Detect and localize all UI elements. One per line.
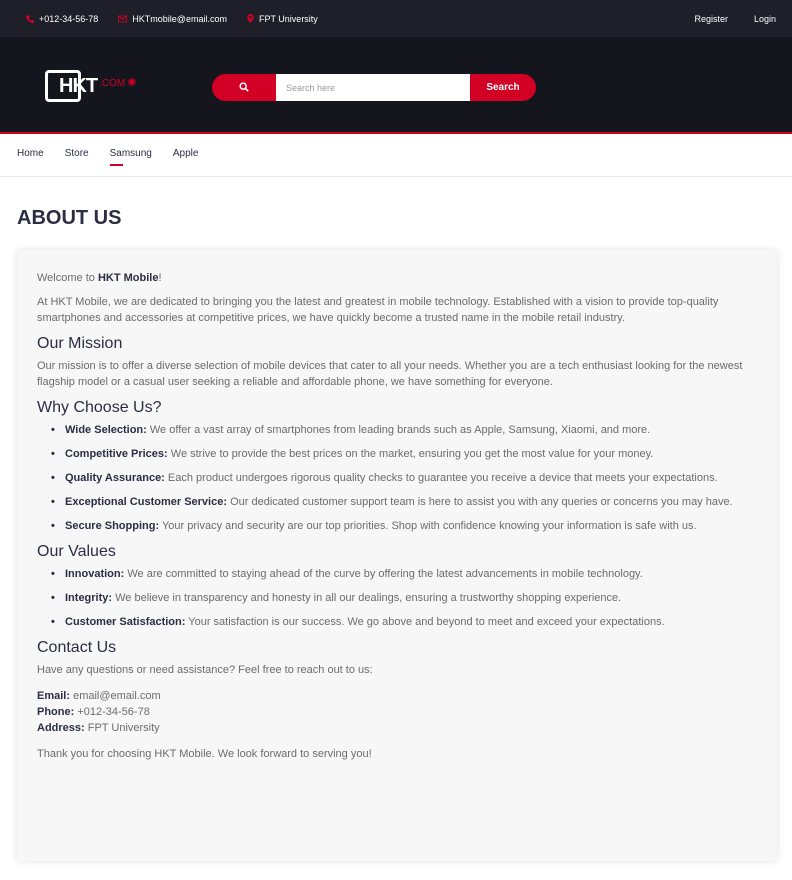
nav-item-apple[interactable]: Apple (173, 148, 199, 162)
list-item-text: Your privacy and security are our top pr… (159, 520, 697, 532)
phone-icon (26, 14, 34, 23)
search-bar: Search (212, 74, 536, 101)
list-item-text: We offer a vast array of smartphones fro… (146, 424, 651, 436)
header-phone-text: +012-34-56-78 (39, 13, 99, 24)
main-header: HKT .COM ✺ Search (0, 37, 792, 134)
intro-text: At HKT Mobile, we are dedicated to bring… (37, 296, 719, 324)
contact-phone-value: +012-34-56-78 (74, 706, 150, 718)
mission-text: Our mission is to offer a diverse select… (37, 360, 743, 388)
header-email-text: HKTmobile@email.com (132, 13, 227, 24)
header-email: HKTmobile@email.com (118, 14, 227, 24)
contact-email-label: Email: (37, 690, 71, 702)
about-card: Welcome to HKT Mobile! At HKT Mobile, we… (17, 250, 777, 861)
phone-logo-icon (45, 70, 81, 102)
list-item: Competitive Prices: We strive to provide… (51, 446, 757, 462)
top-bar: +012-34-56-78 HKTmobile@email.com FPT Un… (0, 0, 792, 37)
list-item-text: We are committed to staying ahead of the… (124, 568, 643, 580)
list-item-label: Quality Assurance: (65, 472, 165, 484)
list-item-text: We believe in transparency and honesty i… (112, 592, 622, 604)
contact-address-value: FPT University (84, 722, 160, 734)
register-link[interactable]: Register (694, 14, 728, 24)
gear-icon: ✺ (127, 76, 137, 89)
list-item: Integrity: We believe in transparency an… (51, 590, 757, 606)
list-item-label: Customer Satisfaction: (65, 616, 186, 628)
contact-email: Email: email@email.com (37, 688, 757, 704)
list-item-label: Wide Selection: (65, 424, 147, 436)
list-item: Wide Selection: We offer a vast array of… (51, 422, 757, 438)
mission-heading: Our Mission (37, 335, 123, 352)
nav-item-home[interactable]: Home (17, 148, 44, 162)
list-item-label: Secure Shopping: (65, 520, 160, 532)
welcome-prefix: Welcome to (37, 272, 98, 284)
contact-phone: Phone: +012-34-56-78 (37, 704, 757, 720)
list-item: Secure Shopping: Your privacy and securi… (51, 518, 757, 534)
contact-phone-label: Phone: (37, 706, 75, 718)
search-icon-button[interactable] (212, 74, 276, 101)
list-item-text: Your satisfaction is our success. We go … (185, 616, 665, 628)
welcome-text: Welcome to HKT Mobile! (37, 270, 757, 286)
nav-item-store[interactable]: Store (65, 148, 89, 162)
contact-email-value: email@email.com (70, 690, 161, 702)
list-item-label: Innovation: (65, 568, 125, 580)
list-item: Innovation: We are committed to staying … (51, 566, 757, 582)
list-item: Exceptional Customer Service: Our dedica… (51, 494, 757, 510)
welcome-suffix: ! (158, 272, 162, 284)
search-icon (239, 79, 249, 97)
logo-suffix: .COM (99, 77, 126, 89)
why-list: Wide Selection: We offer a vast array of… (51, 422, 757, 534)
values-heading: Our Values (37, 543, 116, 560)
contact-address: Address: FPT University (37, 720, 757, 736)
login-link[interactable]: Login (754, 14, 776, 24)
list-item-text: We strive to provide the best prices on … (167, 448, 654, 460)
why-heading: Why Choose Us? (37, 399, 162, 416)
search-input[interactable] (276, 74, 470, 101)
welcome-brand: HKT Mobile (97, 272, 159, 284)
closing-text: Thank you for choosing HKT Mobile. We lo… (37, 748, 372, 760)
values-list: Innovation: We are committed to staying … (51, 566, 757, 630)
list-item-label: Competitive Prices: (65, 448, 168, 460)
header-phone: +012-34-56-78 (26, 14, 98, 24)
main-nav: Home Store Samsung Apple (0, 134, 792, 177)
search-button[interactable]: Search (470, 74, 536, 101)
list-item-label: Integrity: (65, 592, 113, 604)
list-item-text: Each product undergoes rigorous quality … (164, 472, 718, 484)
contact-intro: Have any questions or need assistance? F… (37, 664, 373, 676)
contact-address-label: Address: (37, 722, 85, 734)
contact-details: Email: email@email.com Phone: +012-34-56… (37, 688, 757, 736)
list-item-text: Our dedicated customer support team is h… (227, 496, 733, 508)
envelope-icon (118, 15, 128, 23)
nav-item-samsung[interactable]: Samsung (109, 148, 152, 166)
list-item: Quality Assurance: Each product undergoe… (51, 470, 757, 486)
list-item-label: Exceptional Customer Service: (65, 496, 228, 508)
contact-heading: Contact Us (37, 639, 117, 656)
map-marker-icon (247, 14, 254, 23)
header-location: FPT University (247, 14, 318, 24)
site-logo[interactable]: HKT .COM ✺ (45, 69, 155, 103)
header-location-text: FPT University (258, 13, 318, 24)
page-title: ABOUT US (17, 207, 122, 229)
list-item: Customer Satisfaction: Your satisfaction… (51, 614, 757, 630)
